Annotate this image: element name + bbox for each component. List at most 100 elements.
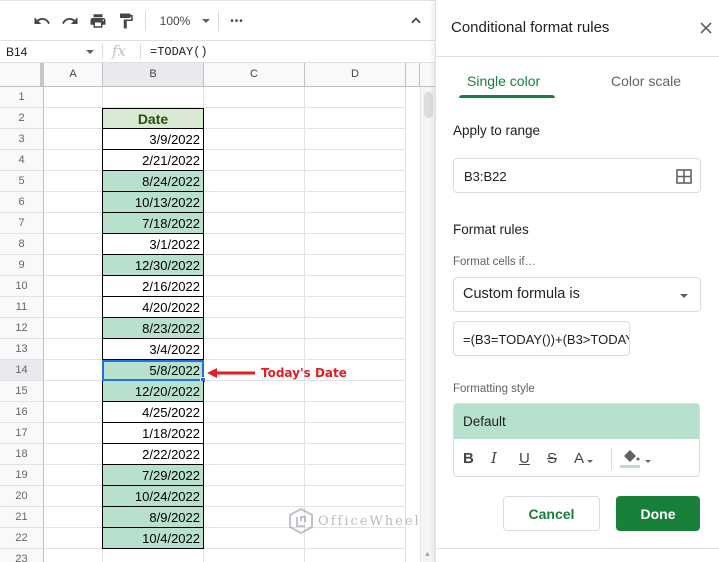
cell-d[interactable] — [305, 129, 406, 150]
custom-formula-input[interactable]: =(B3=TODAY())+(B3>TODAY()) — [453, 321, 630, 356]
cell-b[interactable]: 8/24/2022 — [102, 171, 204, 192]
cell-d[interactable] — [305, 465, 406, 486]
row-header[interactable]: 23 — [0, 549, 44, 562]
row-header[interactable]: 16 — [0, 402, 44, 423]
text-color-button[interactable]: A — [574, 447, 594, 469]
cell-d[interactable] — [305, 234, 406, 255]
cell-a[interactable] — [44, 318, 103, 339]
cell-a[interactable] — [44, 402, 103, 423]
cell-a[interactable] — [44, 213, 103, 234]
row-header[interactable]: 18 — [0, 444, 44, 465]
cell-a[interactable] — [44, 129, 103, 150]
cell-c[interactable] — [204, 486, 305, 507]
row-header[interactable]: 10 — [0, 276, 44, 297]
print-button[interactable] — [88, 9, 108, 33]
tab-single-color[interactable]: Single color — [467, 73, 540, 89]
column-header-a[interactable]: A — [44, 63, 103, 86]
cell-a[interactable] — [44, 528, 103, 549]
cell-c[interactable] — [204, 297, 305, 318]
style-preview[interactable]: Default — [454, 404, 699, 439]
select-range-icon[interactable] — [676, 169, 692, 184]
cell-c[interactable] — [204, 423, 305, 444]
cell-b[interactable]: 3/1/2022 — [102, 234, 204, 255]
cell-a[interactable] — [44, 150, 103, 171]
cell-d[interactable] — [305, 486, 406, 507]
cell-b[interactable]: 2/21/2022 — [102, 150, 204, 171]
row-header[interactable]: 20 — [0, 486, 44, 507]
cell-c[interactable] — [204, 318, 305, 339]
row-header[interactable]: 15 — [0, 381, 44, 402]
cell-a[interactable] — [44, 549, 103, 562]
tab-color-scale[interactable]: Color scale — [611, 73, 681, 89]
row-header[interactable]: 3 — [0, 129, 44, 150]
cell-b[interactable]: 7/18/2022 — [102, 213, 204, 234]
cell-d[interactable] — [305, 87, 406, 108]
row-header[interactable]: 8 — [0, 234, 44, 255]
cell-d[interactable] — [305, 171, 406, 192]
zoom-select[interactable]: 100% — [156, 9, 214, 33]
row-header[interactable]: 12 — [0, 318, 44, 339]
cell-b[interactable] — [103, 87, 204, 108]
row-header[interactable]: 19 — [0, 465, 44, 486]
underline-button[interactable]: U — [519, 447, 530, 469]
cell-c[interactable] — [204, 465, 305, 486]
row-header[interactable]: 21 — [0, 507, 44, 528]
fill-color-button[interactable] — [620, 447, 651, 469]
cell-d[interactable] — [305, 381, 406, 402]
cell-b[interactable]: 2/22/2022 — [102, 444, 204, 465]
condition-select[interactable]: Custom formula is — [453, 277, 701, 312]
cell-b[interactable]: 5/8/2022 — [102, 360, 204, 381]
more-options-button[interactable]: ••• — [228, 9, 246, 33]
italic-button[interactable]: I — [491, 447, 497, 469]
column-header-c[interactable]: C — [204, 63, 305, 86]
cell-c[interactable] — [204, 381, 305, 402]
vertical-scrollbar[interactable]: ▲ — [420, 87, 435, 562]
name-box[interactable]: B14 — [0, 41, 102, 62]
cell-a[interactable] — [44, 297, 103, 318]
row-header[interactable]: 4 — [0, 150, 44, 171]
cell-b[interactable] — [103, 549, 204, 562]
cell-a[interactable] — [44, 171, 103, 192]
row-header[interactable]: 5 — [0, 171, 44, 192]
cell-b[interactable]: 4/20/2022 — [102, 297, 204, 318]
cell-c[interactable] — [204, 255, 305, 276]
cell-d[interactable] — [305, 549, 406, 562]
cell-c[interactable] — [204, 549, 305, 562]
row-header[interactable]: 13 — [0, 339, 44, 360]
cell-c[interactable] — [204, 192, 305, 213]
cell-b[interactable]: 12/20/2022 — [102, 381, 204, 402]
collapse-toolbar-button[interactable] — [406, 9, 426, 33]
row-header[interactable]: 14 — [0, 360, 44, 381]
column-header-e[interactable] — [406, 63, 420, 86]
cell-a[interactable] — [44, 276, 103, 297]
cell-d[interactable] — [305, 276, 406, 297]
date-header-cell[interactable]: Date — [102, 108, 204, 129]
row-header[interactable]: 9 — [0, 255, 44, 276]
cell-d[interactable] — [305, 423, 406, 444]
undo-button[interactable] — [32, 9, 52, 33]
scrollbar-thumb[interactable] — [424, 92, 433, 118]
cell-c[interactable] — [204, 213, 305, 234]
cell-a[interactable] — [44, 255, 103, 276]
cell-a[interactable] — [44, 360, 103, 381]
row-header[interactable]: 7 — [0, 213, 44, 234]
cell-b[interactable]: 8/9/2022 — [102, 507, 204, 528]
cell-a[interactable] — [44, 444, 103, 465]
cell-a[interactable] — [44, 108, 103, 129]
row-header[interactable]: 11 — [0, 297, 44, 318]
cell-d[interactable] — [305, 108, 406, 129]
cell-a[interactable] — [44, 234, 103, 255]
cell-b[interactable]: 2/16/2022 — [102, 276, 204, 297]
cell-d[interactable] — [305, 402, 406, 423]
cell-b[interactable]: 1/18/2022 — [102, 423, 204, 444]
cell-c[interactable] — [204, 276, 305, 297]
cell-c[interactable] — [204, 234, 305, 255]
cell-c[interactable] — [204, 339, 305, 360]
paint-format-button[interactable] — [116, 9, 136, 33]
redo-button[interactable] — [60, 9, 80, 33]
select-all-corner[interactable] — [0, 63, 44, 86]
cell-a[interactable] — [44, 192, 103, 213]
scroll-up-arrow-icon[interactable]: ▲ — [424, 551, 431, 558]
row-header[interactable]: 22 — [0, 528, 44, 549]
range-input[interactable]: B3:B22 — [453, 158, 701, 193]
